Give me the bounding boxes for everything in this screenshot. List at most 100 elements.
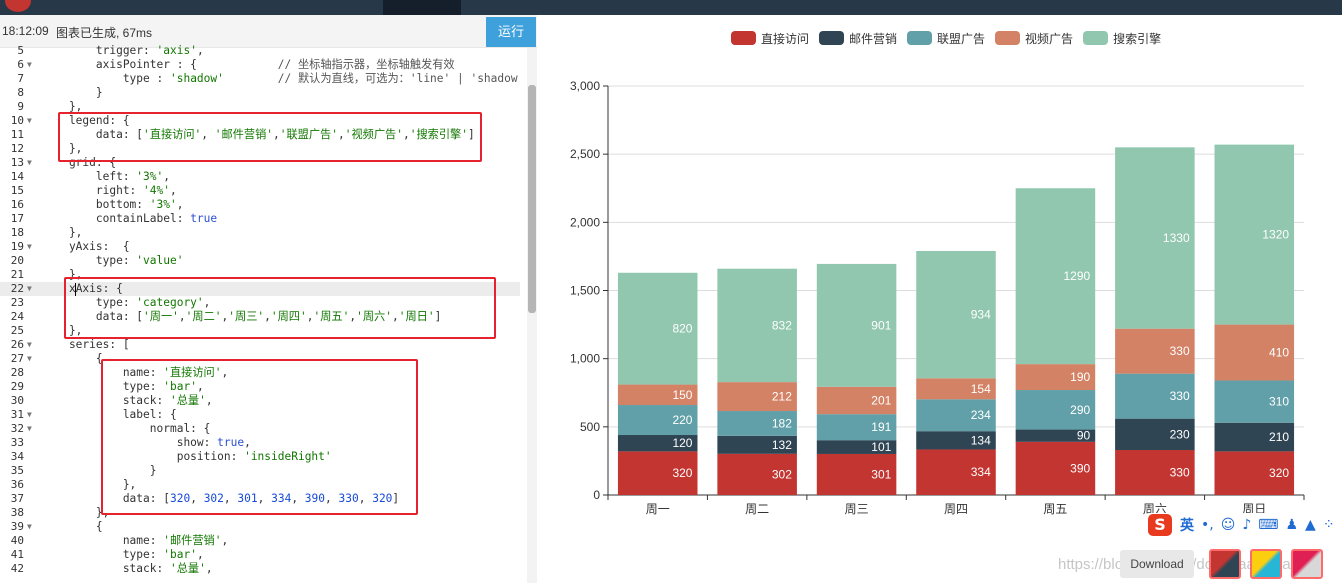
line-number: 8 — [17, 86, 24, 99]
grid-icon[interactable]: ⁘ — [1323, 517, 1335, 533]
bar-value-label: 90 — [1077, 429, 1091, 443]
chart-pane: 直接访问 邮件营销 联盟广告 视频广告 搜索引擎 0 500 1,000 1,500 2,000… — [538, 15, 1342, 583]
bar-value-label: 934 — [971, 308, 991, 322]
emoji-icon[interactable]: ☺ — [1221, 517, 1236, 533]
bar-value-label: 120 — [672, 436, 692, 450]
line-number: 5 — [17, 44, 24, 57]
code-text: { — [42, 520, 103, 533]
code-line[interactable]: 40 name: '邮件营销', — [0, 534, 520, 548]
line-number: 33 — [10, 436, 24, 449]
code-line[interactable]: 14 left: '3%', — [0, 170, 520, 184]
code-text: right: '4%', — [42, 184, 177, 197]
line-number: 30 — [10, 394, 24, 407]
line-number: 15 — [10, 184, 24, 197]
x-tick-label: 周三 — [845, 502, 869, 516]
line-number: 10 — [10, 114, 24, 127]
fold-arrow-icon[interactable]: ▼ — [27, 408, 32, 422]
status-time: 18:12:09 — [2, 24, 49, 38]
run-button[interactable]: 运行 — [486, 17, 536, 47]
highlight-box-xaxis — [64, 277, 496, 339]
editor-scrollbar-thumb[interactable] — [528, 85, 536, 313]
theme-yellow-swatch[interactable] — [1250, 549, 1282, 579]
bar-value-label: 330 — [1170, 466, 1190, 480]
fold-arrow-icon[interactable]: ▼ — [27, 422, 32, 436]
bar-value-label: 212 — [772, 390, 792, 404]
nav-tab-active[interactable] — [383, 0, 461, 15]
bar-value-label: 334 — [971, 465, 991, 479]
line-number: 23 — [10, 296, 24, 309]
code-line[interactable]: 41 type: 'bar', — [0, 548, 520, 562]
y-tick-label: 2,000 — [570, 215, 600, 229]
line-number: 16 — [10, 198, 24, 211]
fold-arrow-icon[interactable]: ▼ — [27, 282, 32, 296]
y-tick-label: 1,500 — [570, 284, 600, 298]
logo-icon[interactable] — [5, 0, 31, 12]
user-icon[interactable]: ♟ — [1285, 517, 1298, 533]
sogou-logo-icon[interactable]: S — [1148, 514, 1172, 536]
code-line[interactable]: 19 ▼ yAxis: { — [0, 240, 520, 254]
theme-pink-swatch[interactable] — [1291, 549, 1323, 579]
ime-mode-label[interactable]: 英 — [1180, 515, 1194, 535]
code-line[interactable]: 17 containLabel: true — [0, 212, 520, 226]
code-text: yAxis: { — [42, 240, 130, 253]
bar-value-label: 191 — [871, 420, 891, 434]
bar-value-label: 310 — [1269, 395, 1289, 409]
bar-value-label: 220 — [672, 413, 692, 427]
code-line[interactable]: 15 right: '4%', — [0, 184, 520, 198]
code-line[interactable]: 6 ▼ axisPointer : { // 坐标轴指示器，坐标轴触发有效 — [0, 58, 520, 72]
bar-value-label: 1290 — [1063, 269, 1090, 283]
bar-value-label: 154 — [971, 382, 991, 396]
bar-value-label: 390 — [1070, 461, 1090, 475]
line-number: 11 — [10, 128, 24, 141]
line-number: 12 — [10, 142, 24, 155]
line-number: 41 — [10, 548, 24, 561]
bar-value-label: 330 — [1170, 389, 1190, 403]
y-tick-label: 0 — [593, 488, 600, 502]
y-tick-label: 3,000 — [570, 79, 600, 93]
code-text: }, — [42, 226, 83, 239]
code-line[interactable]: 20 type: 'value' — [0, 254, 520, 268]
line-number: 26 — [10, 338, 24, 351]
fold-arrow-icon[interactable]: ▼ — [27, 240, 32, 254]
bar-value-label: 832 — [772, 318, 792, 332]
fold-arrow-icon[interactable]: ▼ — [27, 338, 32, 352]
bar-value-label: 201 — [871, 393, 891, 407]
bar-value-label: 290 — [1070, 403, 1090, 417]
code-text: series: [ — [42, 338, 130, 351]
fold-arrow-icon[interactable]: ▼ — [27, 58, 32, 72]
code-text: left: '3%', — [42, 170, 170, 183]
code-text: type : 'shadow' // 默认为直线，可选为：'line' | 's… — [42, 72, 520, 85]
code-line[interactable]: 26 ▼ series: [ — [0, 338, 520, 352]
code-text: stack: '总量', — [42, 562, 213, 575]
punctuation-icon[interactable]: •, — [1201, 517, 1214, 533]
y-tick-label: 1,000 — [570, 352, 600, 366]
stacked-bar-chart: 0 500 1,000 1,500 2,000 2,500 3,000 周一 320 120 220… — [570, 79, 1305, 516]
code-line[interactable]: 8 } — [0, 86, 520, 100]
fold-arrow-icon[interactable]: ▼ — [27, 156, 32, 170]
skin-icon[interactable]: ▲ — [1305, 517, 1316, 533]
code-editor-pane: 18:12:09 图表已生成, 67ms 运行 5 trigger: 'axis… — [0, 15, 537, 583]
status-message: 图表已生成, 67ms — [56, 26, 153, 40]
fold-arrow-icon[interactable]: ▼ — [27, 520, 32, 534]
fold-arrow-icon[interactable]: ▼ — [27, 352, 32, 366]
code-text: trigger: 'axis', — [42, 44, 204, 57]
code-text: bottom: '3%', — [42, 198, 184, 211]
code-line[interactable]: 18 }, — [0, 226, 520, 240]
line-number: 39 — [10, 520, 24, 533]
keyboard-icon[interactable]: ⌨ — [1258, 517, 1278, 533]
code-line[interactable]: 16 bottom: '3%', — [0, 198, 520, 212]
code-text: type: 'bar', — [42, 548, 204, 561]
bar-value-label: 301 — [871, 467, 891, 481]
code-line[interactable]: 7 type : 'shadow' // 默认为直线，可选为：'line' | … — [0, 72, 520, 86]
bar-value-label: 410 — [1269, 346, 1289, 360]
code-line[interactable]: 39 ▼ { — [0, 520, 520, 534]
code-line[interactable]: 5 trigger: 'axis', — [0, 44, 520, 58]
fold-arrow-icon[interactable]: ▼ — [27, 114, 32, 128]
download-button[interactable]: Download — [1120, 550, 1194, 578]
code-line[interactable]: 42 stack: '总量', — [0, 562, 520, 576]
bar-value-label: 101 — [871, 440, 891, 454]
theme-red-swatch[interactable] — [1209, 549, 1241, 579]
line-number: 9 — [17, 100, 24, 113]
microphone-icon[interactable]: ♪ — [1242, 517, 1251, 533]
code-text: type: 'value' — [42, 254, 184, 267]
